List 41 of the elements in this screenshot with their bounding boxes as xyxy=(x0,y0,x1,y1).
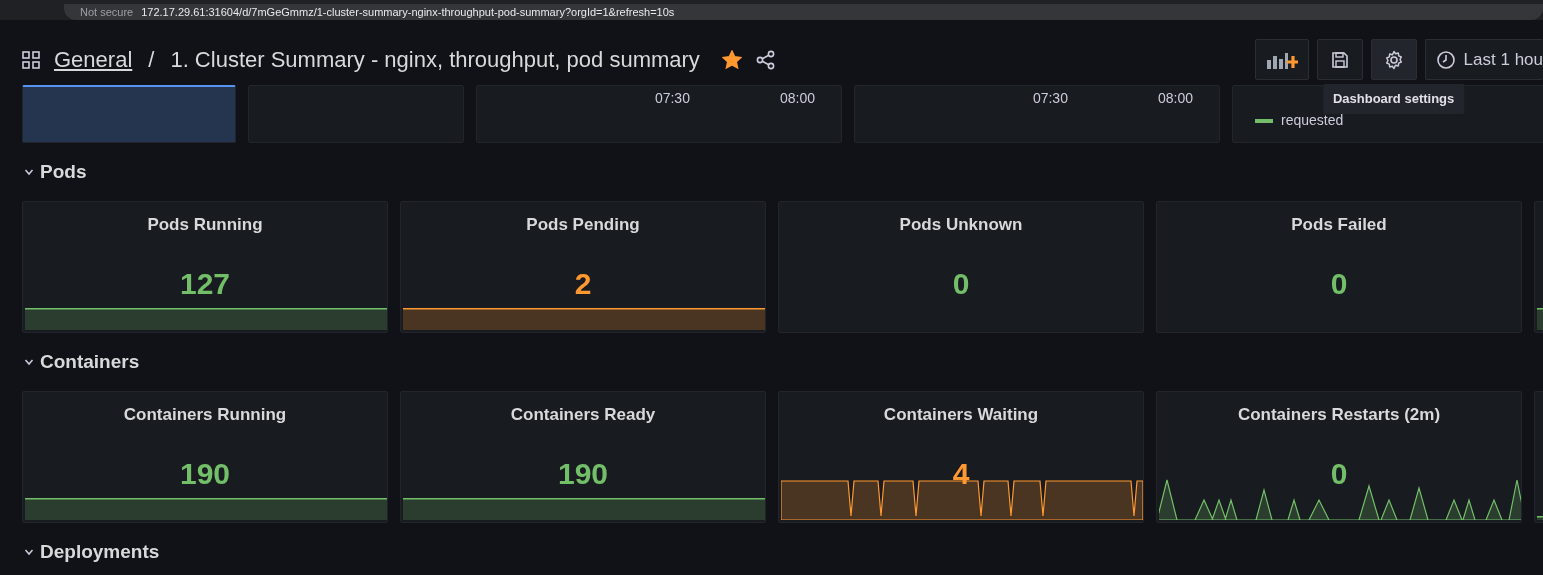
time-range-picker[interactable]: Last 1 hou xyxy=(1424,39,1543,80)
save-button[interactable] xyxy=(1316,39,1363,80)
panel-title: Pods Running xyxy=(146,214,264,236)
stat-value: 190 xyxy=(178,459,232,489)
stat-value: 0 xyxy=(1329,269,1349,299)
axis-tick-label: 08:00 xyxy=(779,89,815,108)
panel-title: Containers Waiting xyxy=(882,404,1040,426)
panel-title: Pods Pending xyxy=(525,214,641,236)
row-title[interactable]: Deployments xyxy=(40,537,160,567)
breadcrumb-link[interactable]: General xyxy=(54,43,133,76)
share-icon[interactable] xyxy=(755,49,776,70)
panel-title: Containers Running xyxy=(122,404,288,426)
chevron-icon[interactable] xyxy=(24,357,34,367)
stat-value: 0 xyxy=(951,269,971,299)
axis-tick-label: 07:30 xyxy=(654,89,690,108)
dashboards-grid-icon[interactable] xyxy=(22,50,40,69)
settings-button[interactable] xyxy=(1370,39,1417,80)
stat-value: 0 xyxy=(1329,459,1349,489)
tooltip: Dashboard settings xyxy=(1322,84,1465,114)
address-bar[interactable]: 172.17.29.61:31604/d/7mGeGmmz/1-cluster-summary-nginx-throughput-pod-summary?orgId=1&refresh=10s xyxy=(141,4,675,20)
star-icon[interactable] xyxy=(721,49,742,70)
breadcrumb-separator: / xyxy=(148,46,155,74)
row-title[interactable]: Pods xyxy=(40,157,87,187)
security-warning: Not secure xyxy=(80,4,134,20)
panel-title: Pods Unknown xyxy=(898,214,1024,236)
add-panel-button[interactable] xyxy=(1254,39,1309,80)
stat-value: 2 xyxy=(573,269,593,299)
row-title[interactable]: Containers xyxy=(40,347,140,377)
chevron-icon[interactable] xyxy=(24,167,34,177)
panel-title: Containers Restarts (2m) xyxy=(1236,404,1442,426)
clock-icon xyxy=(1435,49,1456,70)
settings-icon xyxy=(1383,49,1404,70)
axis-tick-label: 07:30 xyxy=(1032,89,1068,108)
save-icon xyxy=(1330,50,1349,69)
panel-title: Pods Failed xyxy=(1290,214,1388,236)
panel-title: Containers Ready xyxy=(509,404,657,426)
axis-tick-label: 08:00 xyxy=(1157,89,1193,108)
chevron-icon[interactable] xyxy=(24,547,34,557)
stat-value: 127 xyxy=(178,269,232,299)
stat-value: 190 xyxy=(556,459,610,489)
dashboard-title: 1. Cluster Summary - nginx, throughput, pod summary xyxy=(170,46,700,74)
